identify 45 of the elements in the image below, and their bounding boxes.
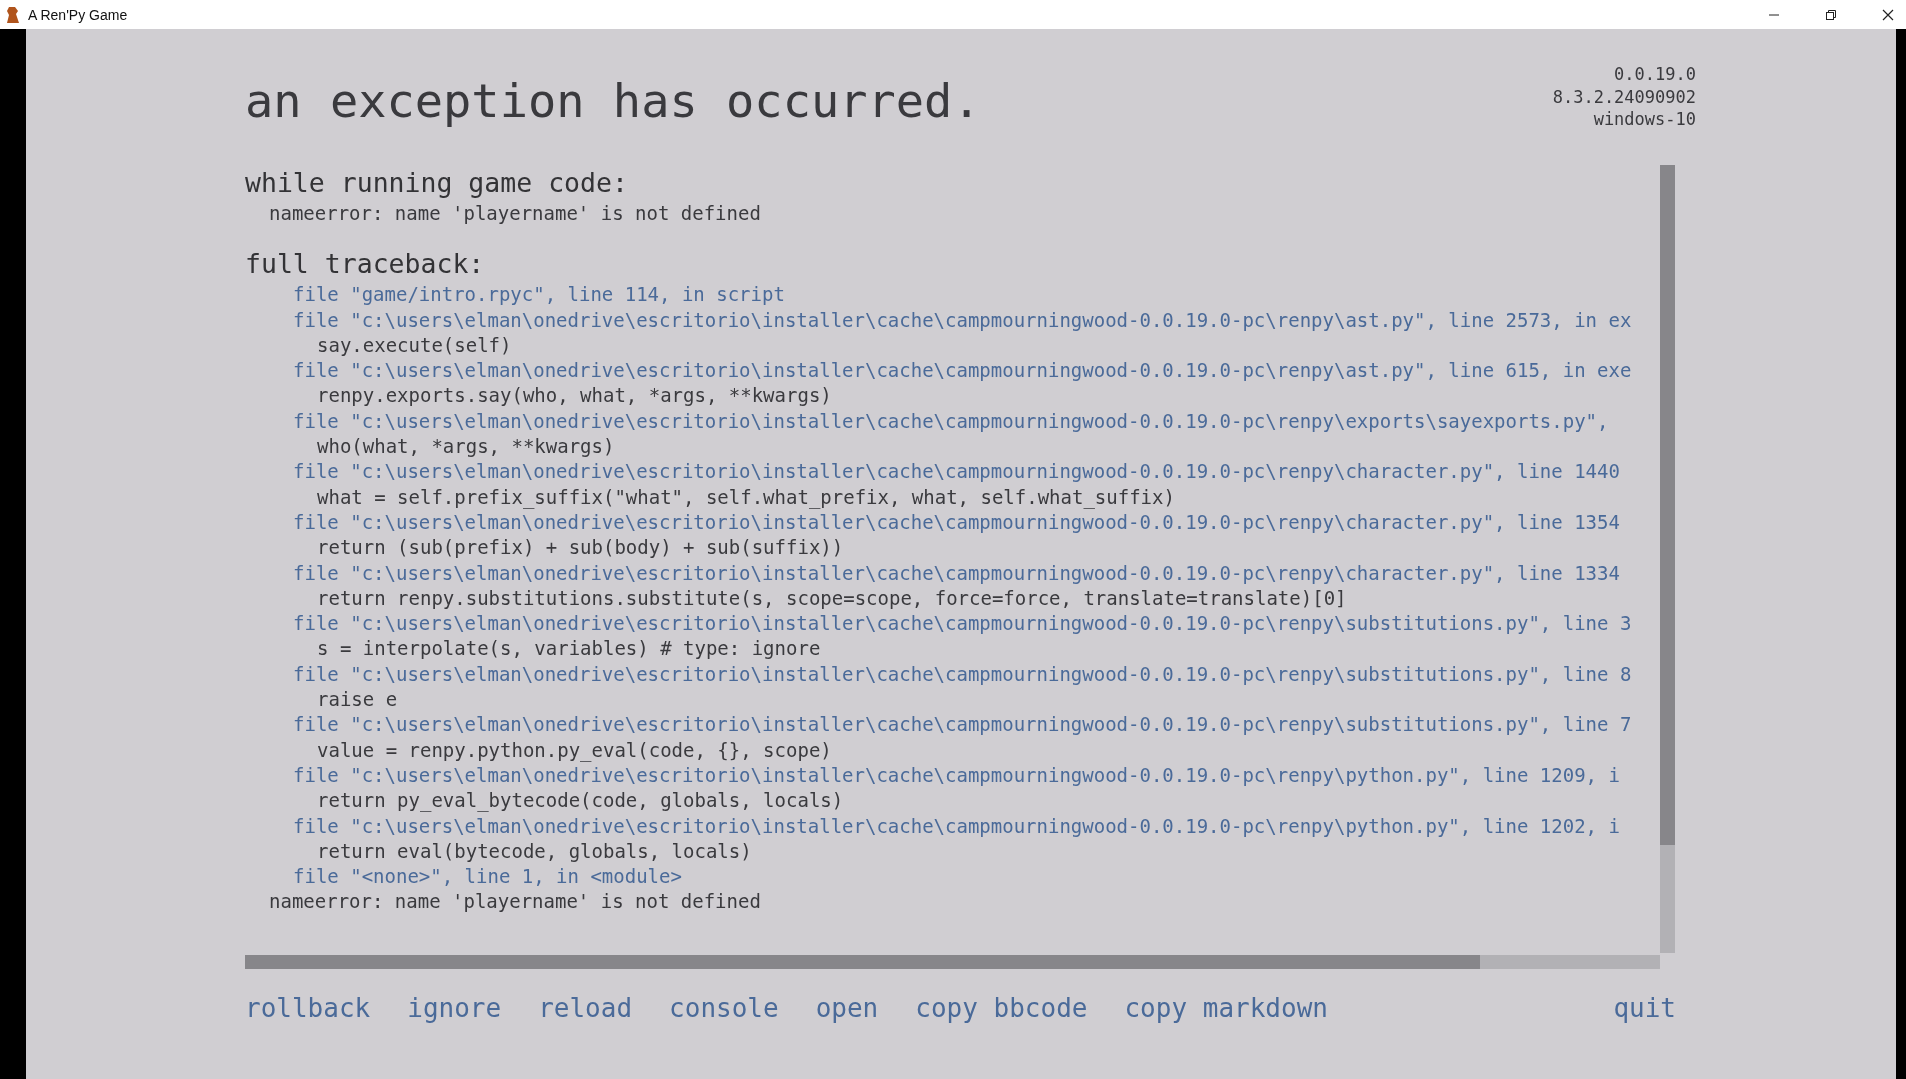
close-icon[interactable]: [1882, 8, 1894, 21]
vertical-scrollbar[interactable]: [1660, 165, 1675, 953]
traceback-code-line: return renpy.substitutions.substitute(s, scope=scope, force=force, translate=translate)[0]: [316, 585, 1348, 611]
action-link[interactable]: ignore: [407, 993, 502, 1023]
traceback-code-line: return py_eval_bytecode(code, globals, locals): [316, 788, 845, 814]
traceback-file-line: file "c:\users\elman\onedrive\escritorio\installer\cache\campmourningwood-0.0.19.0-pc\renpy\python.py", line 1209, i: [292, 762, 1621, 788]
section-heading: full traceback:: [245, 247, 486, 282]
traceback-code-line: say.execute(self): [316, 332, 513, 358]
traceback-code-line: renpy.exports.say(who, what, *args, **kwargs): [316, 383, 833, 409]
traceback-code-line: what = self.prefix_suffix("what", self.what_prefix, what, self.what_suffix): [316, 484, 1176, 510]
action-link[interactable]: open: [815, 993, 879, 1023]
traceback-file-line: file "c:\users\elman\onedrive\escritorio\installer\cache\campmourningwood-0.0.19.0-pc\renpy\ast.py", line 2573, in ex: [292, 307, 1633, 333]
horizontal-scrollbar[interactable]: [245, 955, 1660, 969]
traceback-file-line: file "c:\users\elman\onedrive\escritorio\installer\cache\campmourningwood-0.0.19.0-pc\renpy\python.py", line 1202, i: [292, 813, 1621, 839]
traceback-code-line: return eval(bytecode, globals, locals): [316, 838, 753, 864]
traceback-file-line: file "c:\users\elman\onedrive\escritorio\installer\cache\campmourningwood-0.0.19.0-pc\renpy\ast.py", line 615, in exe: [292, 358, 1633, 384]
traceback-file-line: file "c:\users\elman\onedrive\escritorio\installer\cache\campmourningwood-0.0.19.0-pc\renpy\substitutions.py", line 7: [292, 712, 1633, 738]
action-link[interactable]: copy markdown: [1124, 993, 1328, 1023]
action-link[interactable]: console: [669, 993, 779, 1023]
traceback-code-line: return (sub(prefix) + sub(body) + sub(suffix)): [316, 535, 845, 561]
restore-icon[interactable]: [1825, 8, 1837, 21]
traceback-file-line: file "c:\users\elman\onedrive\escritorio\installer\cache\campmourningwood-0.0.19.0-pc\renpy\character.py", line 1354: [292, 509, 1621, 535]
error-message: nameerror: name 'playername' is not defined: [268, 201, 762, 226]
version-text: 8.3.2.24090902: [1552, 85, 1696, 108]
traceback-code-line: raise e: [316, 687, 399, 713]
version-text: 0.0.19.0: [1614, 63, 1696, 86]
section-heading: while running game code:: [245, 166, 629, 200]
traceback-file-line: file "c:\users\elman\onedrive\escritorio\installer\cache\campmourningwood-0.0.19.0-pc\renpy\character.py", line 1440: [292, 459, 1621, 485]
traceback-file-line: file "c:\users\elman\onedrive\escritorio\installer\cache\campmourningwood-0.0.19.0-pc\renpy\substitutions.py", line 8: [292, 661, 1633, 687]
error-message: nameerror: name 'playername' is not defined: [268, 889, 762, 915]
version-text: windows-10: [1593, 108, 1696, 131]
traceback-file-line: file "<none>", line 1, in <module>: [292, 864, 683, 890]
quit-link[interactable]: quit: [1613, 993, 1676, 1023]
traceback-code-line: who(what, *args, **kwargs): [316, 434, 616, 460]
traceback-code-line: s = interpolate(s, variables) # type: ignore: [316, 636, 822, 662]
traceback-file-line: file "c:\users\elman\onedrive\escritorio\installer\cache\campmourningwood-0.0.19.0-pc\renpy\character.py", line 1334: [292, 560, 1621, 586]
traceback-file-line: file "c:\users\elman\onedrive\escritorio\installer\cache\campmourningwood-0.0.19.0-pc\renpy\substitutions.py", line 3: [292, 611, 1633, 637]
action-link[interactable]: copy bbcode: [915, 993, 1088, 1023]
window-title: A Ren'Py Game: [28, 6, 128, 23]
traceback-file-line: file "c:\users\elman\onedrive\escritorio\installer\cache\campmourningwood-0.0.19.0-pc\renpy\exports\sayexports.py",: [292, 408, 1610, 434]
app-icon: [6, 5, 20, 24]
action-link[interactable]: reload: [538, 993, 633, 1023]
traceback-code-line: value = renpy.python.py_eval(code, {}, scope): [316, 737, 833, 763]
traceback-file-line: file "game/intro.rpyc", line 114, in script: [292, 282, 786, 308]
action-link[interactable]: rollback: [245, 993, 371, 1023]
